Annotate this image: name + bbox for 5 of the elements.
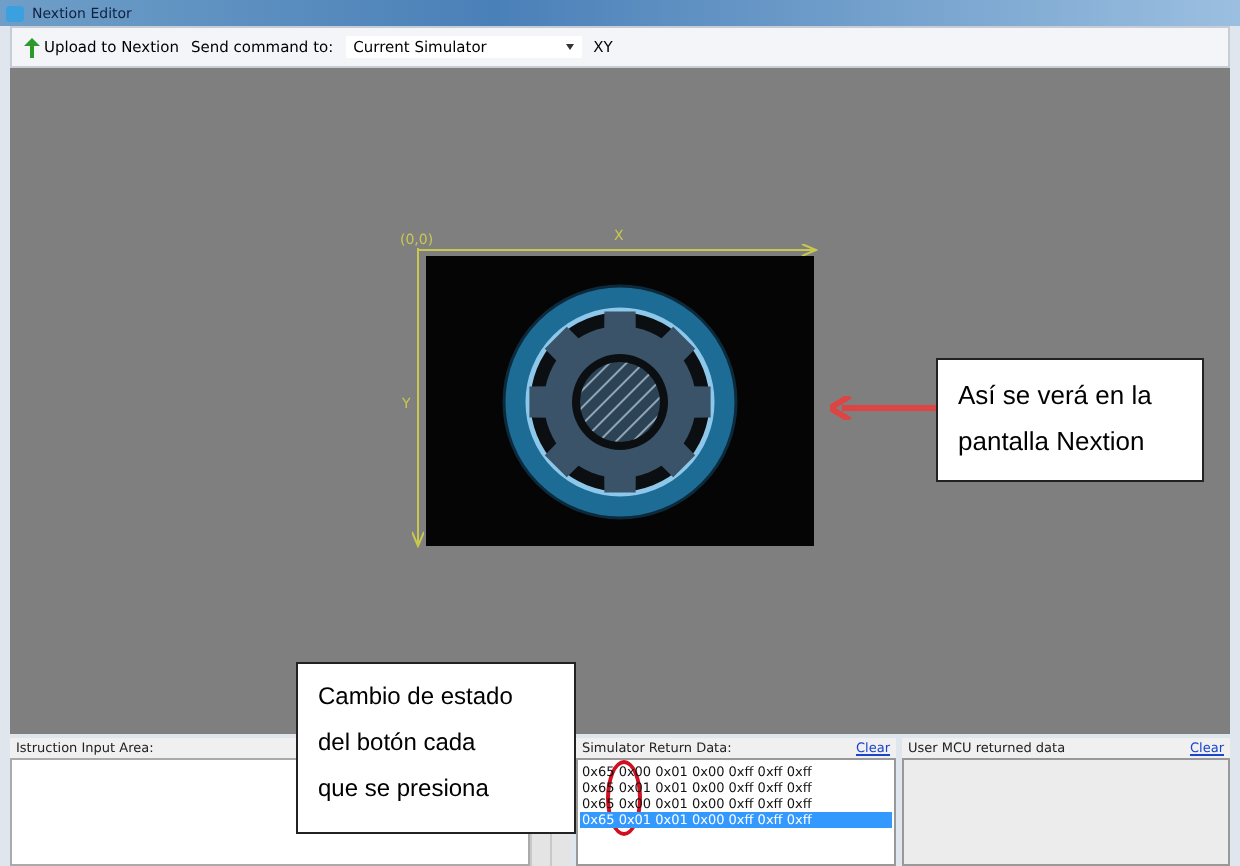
app-icon [6, 5, 24, 21]
note-tooltip: Cambio de estado del botón cada que se presiona [296, 662, 576, 834]
caret-icon [565, 44, 574, 50]
note-tooltip: Así se verá en la pantalla Nextion [936, 358, 1204, 482]
up-arrow-icon [24, 37, 40, 57]
